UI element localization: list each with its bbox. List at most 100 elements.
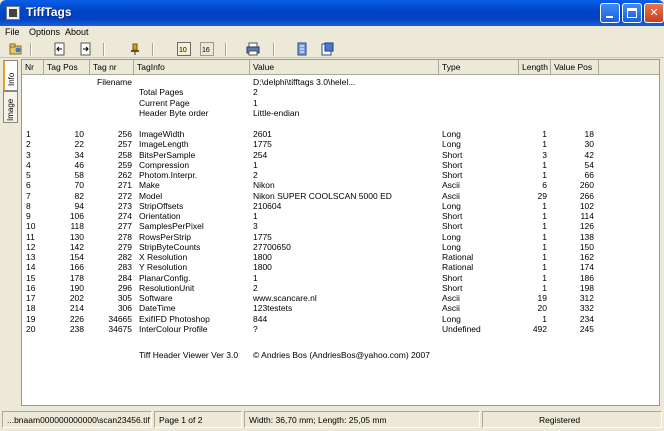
cell-nr: 4 [26, 159, 31, 170]
meta-value: 2 [253, 87, 258, 98]
cell-value: 1 [253, 159, 258, 170]
cell-length: 1 [542, 200, 547, 211]
footer-version: Tiff Header Viewer Ver 3.0 [139, 350, 239, 360]
cell-nr: 9 [26, 211, 31, 221]
column-header-tag-pos[interactable]: Tag Pos [44, 60, 90, 75]
cell-type: Long [442, 231, 461, 242]
cell-type: Ascii [442, 293, 460, 303]
tab-image-label: Image [6, 98, 15, 121]
cell-tag-nr: 279 [117, 241, 132, 252]
tab-info[interactable]: Info [3, 60, 18, 91]
cell-value-pos: 114 [580, 211, 594, 221]
close-button[interactable]: ✕ [644, 3, 664, 23]
column-header-value[interactable]: Value [250, 60, 439, 75]
toggle-b-icon[interactable]: 16 [200, 42, 214, 56]
cell-length: 1 [542, 170, 547, 180]
menu-file[interactable]: File [5, 27, 20, 37]
cell-nr: 8 [26, 200, 31, 211]
cell-length: 1 [542, 211, 547, 221]
column-header-value-pos[interactable]: Value Pos [551, 60, 599, 75]
cell-tag-pos: 34 [74, 149, 84, 160]
status-length-label: Length: [318, 415, 347, 425]
cell-value: 1775 [253, 139, 272, 150]
cell-type: Long [442, 241, 461, 252]
cell-value: 2 [253, 282, 258, 293]
cell-value: 123testets [253, 303, 293, 314]
cell-value: 2 [253, 170, 258, 180]
cell-length: 1 [542, 272, 547, 283]
back-icon[interactable] [53, 42, 67, 56]
toggle-a-icon[interactable]: 10 [177, 42, 191, 56]
cell-nr: 10 [26, 221, 36, 232]
cell-taginfo: Model [139, 190, 163, 201]
meta-value: D:\delphi\tifftags 3.0\helel... [253, 77, 356, 87]
cell-value-pos: 162 [579, 252, 594, 262]
column-header-type[interactable]: Type [439, 60, 519, 75]
cell-length: 1 [542, 241, 547, 252]
open-folder-icon[interactable] [9, 42, 23, 56]
cell-nr: 17 [26, 293, 36, 303]
status-width-label: Width: [249, 415, 274, 425]
cell-nr: 5 [26, 170, 31, 180]
toolbar-separator [103, 43, 105, 56]
cell-tag-pos: 130 [69, 231, 84, 242]
cell-tag-nr: 278 [117, 231, 132, 242]
cell-length: 1 [542, 262, 547, 273]
cell-value-pos: 266 [579, 190, 594, 201]
cell-length: 29 [537, 190, 547, 201]
menu-bar: File Options About [0, 26, 664, 41]
cell-value: 210604 [253, 200, 282, 211]
cell-nr: 15 [26, 272, 36, 283]
cell-value: 3 [253, 221, 258, 232]
cell-taginfo: ImageLength [139, 139, 189, 150]
cell-taginfo: Software [139, 293, 173, 303]
meta-label: Filename [97, 77, 132, 87]
cell-tag-nr: 274 [117, 211, 132, 221]
status-page: Page 1 of 2 [154, 411, 242, 428]
cell-nr: 1 [26, 129, 31, 139]
cell-length: 1 [542, 159, 547, 170]
tab-image[interactable]: Image [3, 91, 18, 123]
column-header-tag-nr[interactable]: Tag nr [90, 60, 134, 75]
cell-type: Short [442, 149, 463, 160]
column-header-length[interactable]: Length [519, 60, 551, 75]
tag-table[interactable]: Nr Tag Pos Tag nr TagInfo Value Type Len… [21, 59, 660, 406]
cell-value: Nikon [253, 180, 275, 191]
cell-value: 1800 [253, 252, 272, 262]
cell-value: 2601 [253, 129, 272, 139]
cell-taginfo: BitsPerSample [139, 149, 196, 160]
cell-length: 20 [537, 303, 547, 314]
cell-nr: 12 [26, 241, 36, 252]
maximize-button[interactable] [622, 3, 642, 23]
cell-tag-pos: 70 [74, 180, 84, 191]
cell-taginfo: Compression [139, 159, 190, 170]
cell-tag-pos: 214 [69, 303, 84, 314]
app-icon [6, 6, 20, 20]
svg-text:10: 10 [179, 47, 187, 54]
print-icon[interactable] [246, 42, 260, 56]
cell-length: 6 [542, 180, 547, 191]
document-icon[interactable] [295, 42, 309, 56]
cell-taginfo: X Resolution [139, 252, 188, 262]
cell-value-pos: 150 [579, 241, 594, 252]
cell-length: 1 [542, 282, 547, 293]
close-icon: ✕ [649, 7, 659, 19]
menu-about[interactable]: About [65, 27, 89, 37]
pin-icon[interactable] [128, 42, 142, 56]
column-header-filler [599, 60, 659, 75]
cell-value-pos: 312 [579, 293, 594, 303]
cell-nr: 16 [26, 282, 36, 293]
cell-nr: 2 [26, 139, 31, 150]
column-header-nr[interactable]: Nr [22, 60, 44, 75]
cell-length: 1 [542, 231, 547, 242]
cell-nr: 14 [26, 262, 36, 273]
cell-type: Rational [442, 262, 474, 273]
cell-taginfo: StripByteCounts [139, 241, 201, 252]
cell-value: 844 [253, 313, 268, 324]
export-icon[interactable] [320, 42, 334, 56]
column-header-taginfo[interactable]: TagInfo [134, 60, 250, 75]
minimize-button[interactable] [600, 3, 620, 23]
forward-icon[interactable] [79, 42, 93, 56]
menu-options[interactable]: Options [29, 27, 60, 37]
cell-value: 1775 [253, 231, 272, 242]
